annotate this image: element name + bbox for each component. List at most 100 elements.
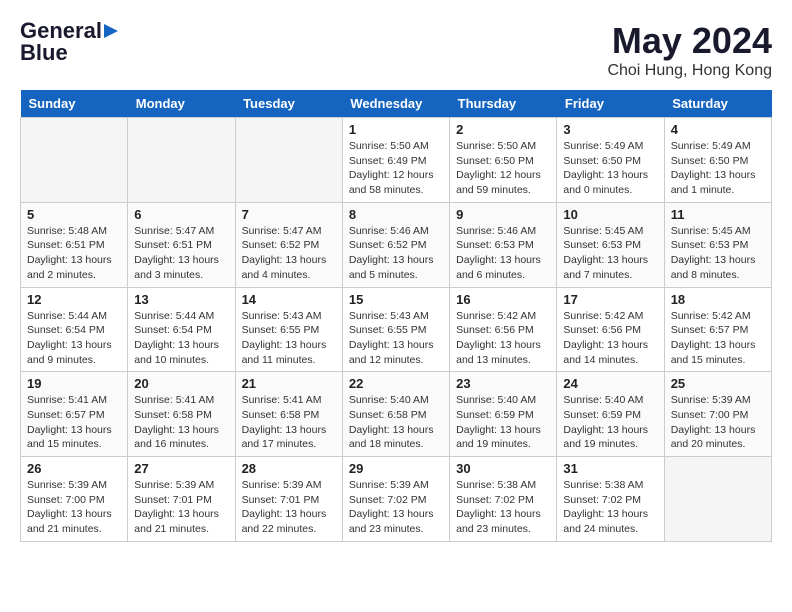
day-number: 11: [671, 207, 765, 222]
day-number: 31: [563, 461, 657, 476]
calendar-table: SundayMondayTuesdayWednesdayThursdayFrid…: [20, 90, 772, 542]
day-cell: 31Sunrise: 5:38 AMSunset: 7:02 PMDayligh…: [557, 457, 664, 542]
day-number: 27: [134, 461, 228, 476]
day-cell: 27 Sunrise: 5:39 AMSunset: 7:01 PMDayligh…: [128, 457, 235, 542]
day-info: Sunrise: 5:47 AMSunset: 6:52 PMDaylight:…: [242, 224, 336, 283]
day-cell: 22 Sunrise: 5:40 AMSunset: 6:58 PMDayligh…: [342, 372, 449, 457]
day-cell: 9 Sunrise: 5:46 AMSunset: 6:53 PMDaylight…: [450, 202, 557, 287]
day-info: Sunrise: 5:50 AMSunset: 6:50 PMDaylight:…: [456, 139, 550, 198]
day-number: 26: [27, 461, 121, 476]
day-info: Sunrise: 5:39 AMSunset: 7:00 PMDaylight:…: [671, 393, 765, 452]
day-info: Sunrise: 5:46 AMSunset: 6:53 PMDaylight:…: [456, 224, 550, 283]
day-info: Sunrise: 5:40 AMSunset: 6:59 PMDaylight:…: [456, 393, 550, 452]
day-number: 8: [349, 207, 443, 222]
day-cell: 16Sunrise: 5:42 AMSunset: 6:56 PMDayligh…: [450, 287, 557, 372]
day-cell: 30 Sunrise: 5:38 AMSunset: 7:02 PMDayligh…: [450, 457, 557, 542]
day-info: Sunrise: 5:41 AMSunset: 6:58 PMDaylight:…: [242, 393, 336, 452]
day-cell: 19 Sunrise: 5:41 AMSunset: 6:57 PMDayligh…: [21, 372, 128, 457]
day-number: 3: [563, 122, 657, 137]
day-number: 17: [563, 292, 657, 307]
day-cell: 12Sunrise: 5:44 AMSunset: 6:54 PMDayligh…: [21, 287, 128, 372]
week-row-2: 5Sunrise: 5:48 AMSunset: 6:51 PMDaylight…: [21, 202, 772, 287]
day-info: Sunrise: 5:39 AMSunset: 7:01 PMDaylight:…: [134, 478, 228, 537]
day-info: Sunrise: 5:44 AMSunset: 6:54 PMDaylight:…: [134, 309, 228, 368]
day-cell: 17 Sunrise: 5:42 AMSunset: 6:56 PMDayligh…: [557, 287, 664, 372]
day-number: 19: [27, 376, 121, 391]
col-header-monday: Monday: [128, 90, 235, 118]
col-header-wednesday: Wednesday: [342, 90, 449, 118]
day-info: Sunrise: 5:39 AMSunset: 7:01 PMDaylight:…: [242, 478, 336, 537]
logo: General Blue: [20, 20, 120, 64]
logo-icon: [102, 22, 120, 40]
day-cell: 11 Sunrise: 5:45 AMSunset: 6:53 PMDayligh…: [664, 202, 771, 287]
day-number: 30: [456, 461, 550, 476]
page-header: General Blue May 2024 Choi Hung, Hong Ko…: [20, 20, 772, 80]
day-info: Sunrise: 5:40 AMSunset: 6:59 PMDaylight:…: [563, 393, 657, 452]
day-number: 23: [456, 376, 550, 391]
day-cell: [664, 457, 771, 542]
day-cell: [128, 118, 235, 203]
day-info: Sunrise: 5:38 AMSunset: 7:02 PMDaylight:…: [456, 478, 550, 537]
col-header-saturday: Saturday: [664, 90, 771, 118]
logo-text-general: General: [20, 20, 102, 42]
day-info: Sunrise: 5:39 AMSunset: 7:00 PMDaylight:…: [27, 478, 121, 537]
location: Choi Hung, Hong Kong: [607, 62, 772, 80]
day-info: Sunrise: 5:43 AMSunset: 6:55 PMDaylight:…: [349, 309, 443, 368]
day-info: Sunrise: 5:47 AMSunset: 6:51 PMDaylight:…: [134, 224, 228, 283]
day-number: 29: [349, 461, 443, 476]
day-number: 9: [456, 207, 550, 222]
day-info: Sunrise: 5:40 AMSunset: 6:58 PMDaylight:…: [349, 393, 443, 452]
day-info: Sunrise: 5:49 AMSunset: 6:50 PMDaylight:…: [671, 139, 765, 198]
day-info: Sunrise: 5:42 AMSunset: 6:56 PMDaylight:…: [563, 309, 657, 368]
day-info: Sunrise: 5:45 AMSunset: 6:53 PMDaylight:…: [671, 224, 765, 283]
day-info: Sunrise: 5:39 AMSunset: 7:02 PMDaylight:…: [349, 478, 443, 537]
week-row-3: 12Sunrise: 5:44 AMSunset: 6:54 PMDayligh…: [21, 287, 772, 372]
day-cell: 23 Sunrise: 5:40 AMSunset: 6:59 PMDayligh…: [450, 372, 557, 457]
day-cell: 13 Sunrise: 5:44 AMSunset: 6:54 PMDayligh…: [128, 287, 235, 372]
day-number: 21: [242, 376, 336, 391]
day-cell: 18 Sunrise: 5:42 AMSunset: 6:57 PMDayligh…: [664, 287, 771, 372]
day-number: 25: [671, 376, 765, 391]
day-info: Sunrise: 5:48 AMSunset: 6:51 PMDaylight:…: [27, 224, 121, 283]
day-number: 24: [563, 376, 657, 391]
day-info: Sunrise: 5:42 AMSunset: 6:57 PMDaylight:…: [671, 309, 765, 368]
day-number: 15: [349, 292, 443, 307]
day-number: 14: [242, 292, 336, 307]
day-number: 18: [671, 292, 765, 307]
day-cell: [235, 118, 342, 203]
day-cell: 10Sunrise: 5:45 AMSunset: 6:53 PMDayligh…: [557, 202, 664, 287]
day-cell: 3 Sunrise: 5:49 AMSunset: 6:50 PMDaylight…: [557, 118, 664, 203]
col-header-thursday: Thursday: [450, 90, 557, 118]
day-number: 7: [242, 207, 336, 222]
col-header-sunday: Sunday: [21, 90, 128, 118]
day-info: Sunrise: 5:49 AMSunset: 6:50 PMDaylight:…: [563, 139, 657, 198]
day-cell: 5Sunrise: 5:48 AMSunset: 6:51 PMDaylight…: [21, 202, 128, 287]
day-cell: 7 Sunrise: 5:47 AMSunset: 6:52 PMDaylight…: [235, 202, 342, 287]
day-number: 1: [349, 122, 443, 137]
col-header-tuesday: Tuesday: [235, 90, 342, 118]
day-cell: 1 Sunrise: 5:50 AMSunset: 6:49 PMDaylight…: [342, 118, 449, 203]
day-number: 13: [134, 292, 228, 307]
col-header-friday: Friday: [557, 90, 664, 118]
day-info: Sunrise: 5:41 AMSunset: 6:57 PMDaylight:…: [27, 393, 121, 452]
day-info: Sunrise: 5:41 AMSunset: 6:58 PMDaylight:…: [134, 393, 228, 452]
day-cell: 29 Sunrise: 5:39 AMSunset: 7:02 PMDayligh…: [342, 457, 449, 542]
day-cell: 15 Sunrise: 5:43 AMSunset: 6:55 PMDayligh…: [342, 287, 449, 372]
day-cell: 24 Sunrise: 5:40 AMSunset: 6:59 PMDayligh…: [557, 372, 664, 457]
day-info: Sunrise: 5:43 AMSunset: 6:55 PMDaylight:…: [242, 309, 336, 368]
month-title: May 2024: [607, 20, 772, 62]
day-number: 4: [671, 122, 765, 137]
day-cell: 21 Sunrise: 5:41 AMSunset: 6:58 PMDayligh…: [235, 372, 342, 457]
day-number: 22: [349, 376, 443, 391]
day-number: 28: [242, 461, 336, 476]
week-row-5: 26 Sunrise: 5:39 AMSunset: 7:00 PMDayligh…: [21, 457, 772, 542]
day-info: Sunrise: 5:44 AMSunset: 6:54 PMDaylight:…: [27, 309, 121, 368]
day-cell: 4 Sunrise: 5:49 AMSunset: 6:50 PMDaylight…: [664, 118, 771, 203]
day-cell: 6Sunrise: 5:47 AMSunset: 6:51 PMDaylight…: [128, 202, 235, 287]
day-info: Sunrise: 5:45 AMSunset: 6:53 PMDaylight:…: [563, 224, 657, 283]
day-cell: 14 Sunrise: 5:43 AMSunset: 6:55 PMDayligh…: [235, 287, 342, 372]
day-cell: 8Sunrise: 5:46 AMSunset: 6:52 PMDaylight…: [342, 202, 449, 287]
day-cell: 2Sunrise: 5:50 AMSunset: 6:50 PMDaylight…: [450, 118, 557, 203]
day-info: Sunrise: 5:50 AMSunset: 6:49 PMDaylight:…: [349, 139, 443, 198]
day-cell: 20Sunrise: 5:41 AMSunset: 6:58 PMDayligh…: [128, 372, 235, 457]
